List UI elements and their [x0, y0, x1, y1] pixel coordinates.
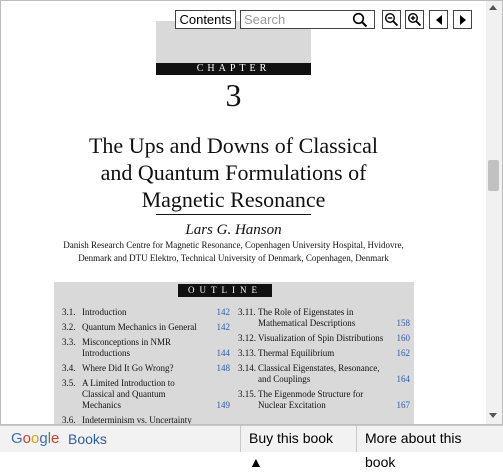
toc-number: 3.15. [238, 389, 256, 399]
search-box[interactable] [240, 10, 375, 29]
toc-number: 3.2. [62, 322, 76, 332]
outline-box: OUTLINE 3.1. Introduction 142 3.2. Quantum … [54, 282, 414, 424]
toc-title: Where Did It Go Wrong? [82, 363, 174, 373]
outline-label: OUTLINE [178, 284, 272, 297]
toc-number: 3.1. [62, 307, 76, 317]
previous-page-icon [434, 14, 444, 26]
chapter-number: 3 [225, 77, 242, 113]
previous-page-button[interactable] [429, 10, 448, 29]
toc-number: 3.12. [238, 333, 256, 343]
affiliation-line: Danish Research Centre for Magnetic Reso… [63, 240, 404, 250]
scroll-down-arrow[interactable] [489, 413, 497, 418]
books-link[interactable]: Books [68, 431, 107, 447]
google-logo[interactable]: Google [11, 430, 59, 447]
toc-title: Introduction [82, 307, 127, 317]
toc-item[interactable]: 3.15. The Eigenmode Structure for Nuclear… [238, 389, 410, 411]
outline-column-left: 3.1. Introduction 142 3.2. Quantum Mechanic… [62, 307, 230, 424]
chapter-title: The Ups and Downs of Classical and Quant… [41, 132, 426, 213]
toc-title: The Role of Eigenstates in Mathematical … [258, 307, 356, 328]
toc-item[interactable]: 3.4. Where Did It Go Wrong? 148 [62, 363, 230, 374]
toc-title: Indeterminism vs. Uncertainty and Lack o… [82, 415, 192, 424]
zoom-in-icon [407, 12, 422, 27]
toc-number: 3.3. [62, 337, 76, 347]
search-icon[interactable] [352, 12, 368, 28]
toc-item[interactable]: 3.6. Indeterminism vs. Uncertainty and La… [62, 415, 230, 424]
zoom-in-button[interactable] [405, 10, 424, 29]
toc-page-link[interactable]: 149 [210, 400, 231, 411]
buy-book-button[interactable]: Buy this book ▲ [240, 426, 356, 470]
more-about-book-button[interactable]: More about this book [356, 426, 503, 470]
chapter-title-line: The Ups and Downs of Classical [88, 133, 378, 158]
toc-title: Classical Eigenstates, Resonance, and Co… [258, 363, 380, 384]
bottom-bar: Google Books Buy this book ▲ More about … [0, 425, 503, 470]
affiliation-line: Denmark and DTU Elektro, Technical Unive… [78, 253, 389, 263]
toc-number: 3.4. [62, 363, 76, 373]
toc-page-link[interactable]: 142 [210, 322, 231, 333]
scrollbar-thumb[interactable] [488, 160, 499, 191]
vertical-scrollbar[interactable] [486, 1, 502, 424]
toc-item[interactable]: 3.1. Introduction 142 [62, 307, 230, 318]
toc-number: 3.14. [238, 363, 256, 373]
toc-page-link[interactable]: 162 [390, 348, 411, 359]
toc-title: The Eigenmode Structure for Nuclear Exci… [258, 389, 364, 410]
book-page: CHAPTER 3 The Ups and Downs of Classical… [1, 1, 486, 424]
toc-page-link[interactable]: 164 [390, 374, 411, 385]
toc-number: 3.5. [62, 378, 76, 388]
chapter-title-line: and Quantum Formulations of [100, 160, 367, 185]
toc-page-link[interactable]: 142 [210, 307, 231, 318]
author-name: Lars G. Hanson [185, 222, 282, 238]
toc-item[interactable]: 3.5. A Limited Introduction to Classical … [62, 378, 230, 411]
toc-title: Misconceptions in NMR Introductions [82, 337, 171, 358]
toc-item[interactable]: 3.14. Classical Eigenstates, Resonance, a… [238, 363, 410, 385]
chapter-title-line: Magnetic Resonance [141, 187, 326, 212]
toc-item[interactable]: 3.3. Misconceptions in NMR Introductions 1… [62, 337, 230, 359]
toc-page-link[interactable]: 167 [390, 400, 411, 411]
chapter-label: CHAPTER [156, 63, 311, 75]
toc-page-link[interactable]: 158 [390, 318, 411, 329]
toc-title: A Limited Introduction to Classical and … [82, 378, 175, 410]
toc-item[interactable]: 3.12. Visualization of Spin Distributions… [238, 333, 410, 344]
title-divider [156, 214, 311, 215]
toc-page-link[interactable]: 160 [390, 333, 411, 344]
next-page-icon [458, 14, 468, 26]
toc-title: Quantum Mechanics in General [82, 322, 197, 332]
toc-page-link[interactable]: 148 [210, 363, 231, 374]
book-viewer: CHAPTER 3 The Ups and Downs of Classical… [0, 0, 503, 425]
toc-title: Visualization of Spin Distributions [258, 333, 384, 343]
toc-number: 3.6. [62, 415, 76, 424]
contents-button[interactable]: Contents [175, 10, 236, 29]
next-page-button[interactable] [453, 10, 472, 29]
search-input[interactable] [244, 12, 352, 27]
toc-page-link[interactable]: 144 [210, 348, 231, 359]
zoom-out-button[interactable] [382, 10, 401, 29]
toc-title: Thermal Equilibrium [258, 348, 335, 358]
toc-number: 3.11. [238, 307, 256, 317]
toc-item[interactable]: 3.13. Thermal Equilibrium 162 [238, 348, 410, 359]
toc-item[interactable]: 3.11. The Role of Eigenstates in Mathemat… [238, 307, 410, 329]
author-affiliation: Danish Research Centre for Magnetic Reso… [41, 239, 426, 265]
toc-number: 3.13. [238, 348, 256, 358]
outline-column-right: 3.11. The Role of Eigenstates in Mathemat… [238, 307, 410, 415]
zoom-out-icon [384, 12, 399, 27]
toc-item[interactable]: 3.2. Quantum Mechanics in General 142 [62, 322, 230, 333]
scroll-up-arrow[interactable] [489, 5, 497, 10]
